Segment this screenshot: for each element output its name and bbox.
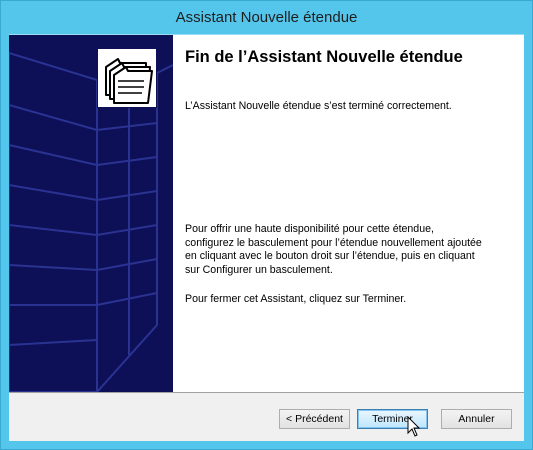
wizard-window: Assistant Nouvelle étendue Fin de l’Assi…: [0, 0, 533, 450]
previous-button[interactable]: < Précédent: [279, 409, 350, 429]
page-title: Fin de l’Assistant Nouvelle étendue: [185, 48, 463, 66]
wizard-page: Fin de l’Assistant Nouvelle étendue L’As…: [9, 35, 524, 392]
wizard-client-area: Fin de l’Assistant Nouvelle étendue L’As…: [9, 34, 524, 441]
cancel-button[interactable]: Annuler: [441, 409, 512, 429]
wizard-banner: [9, 35, 173, 392]
window-title: Assistant Nouvelle étendue: [175, 8, 358, 26]
mouse-pointer-icon: [407, 416, 421, 437]
close-instructions: Pour fermer cet Assistant, cliquez sur T…: [185, 293, 407, 305]
title-bar[interactable]: Assistant Nouvelle étendue: [1, 1, 532, 33]
folder-stack-icon: [97, 48, 157, 108]
footer-divider: [9, 392, 524, 393]
failover-instructions: Pour offrir une haute disponibilité pour…: [185, 223, 482, 276]
success-message: L’Assistant Nouvelle étendue s’est termi…: [185, 100, 452, 112]
